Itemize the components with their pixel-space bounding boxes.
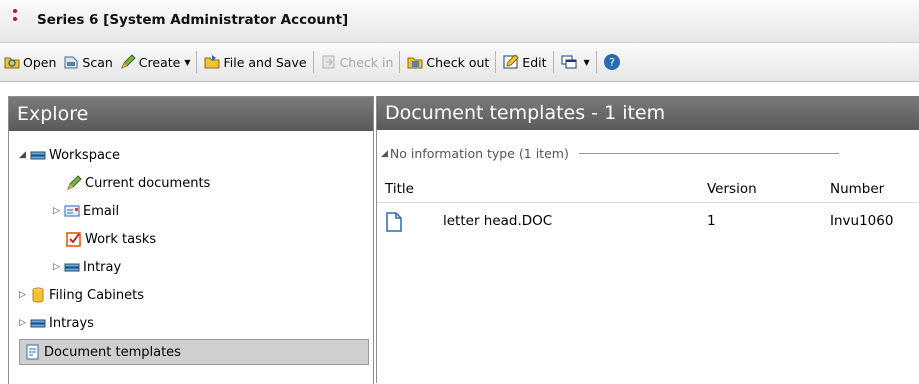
intrays-icon: [30, 319, 46, 328]
collapsed-arrow-icon[interactable]: ▷: [53, 262, 63, 272]
pencil-icon: [67, 175, 82, 190]
tree-item-intray[interactable]: ▷ Intray: [53, 255, 121, 279]
workspace-icon: [30, 151, 46, 160]
tree-item-document-templates[interactable]: Document templates: [19, 339, 369, 365]
toolbar-separator: [312, 51, 314, 73]
check-out-icon: [407, 57, 423, 69]
chevron-down-icon[interactable]: ▼: [184, 58, 190, 67]
explore-panel: Explore ◢ Workspace Current documents ▷ …: [8, 96, 374, 384]
svg-text:?: ?: [609, 56, 615, 69]
tree-item-intrays[interactable]: ▷ Intrays: [19, 311, 94, 335]
group-divider: [578, 153, 839, 154]
title-bar: Series 6 [System Administrator Account]: [0, 0, 919, 43]
column-header-title[interactable]: Title: [385, 181, 414, 197]
check-in-icon: [322, 55, 335, 69]
windows-icon: [561, 55, 577, 69]
create-button[interactable]: Create ▼: [116, 49, 194, 75]
chevron-down-icon[interactable]: ▼: [584, 58, 590, 67]
window-title: Series 6 [System Administrator Account]: [37, 12, 349, 28]
collapsed-arrow-icon[interactable]: ▷: [19, 290, 29, 300]
app-logo-icon: [12, 9, 18, 25]
expanded-arrow-icon[interactable]: ◢: [19, 150, 29, 160]
column-header-number[interactable]: Number: [830, 181, 884, 197]
intray-icon: [64, 263, 80, 272]
tree-item-workspace[interactable]: ◢ Workspace: [19, 143, 120, 167]
scanner-icon: [64, 56, 78, 69]
file-save-icon: [204, 55, 220, 69]
open-folder-icon: [4, 57, 20, 69]
column-headers: Title Version Number: [377, 176, 919, 203]
toolbar-separator: [399, 51, 401, 73]
toolbar-separator: [196, 51, 198, 73]
row-title: letter head.DOC: [443, 213, 553, 229]
expanded-arrow-icon[interactable]: ◢: [381, 149, 388, 159]
check-out-button[interactable]: Check out: [403, 49, 492, 75]
group-label: No information type (1 item): [389, 146, 569, 161]
open-button[interactable]: Open: [0, 49, 59, 75]
help-icon: ?: [603, 54, 620, 70]
edit-button[interactable]: Edit: [499, 49, 549, 75]
toolbar: Open Scan Create ▼ File and Save Check i…: [0, 43, 919, 82]
toolbar-separator: [595, 51, 597, 73]
windows-button[interactable]: ▼: [557, 49, 593, 75]
tree-item-work-tasks[interactable]: Work tasks: [65, 227, 156, 251]
scan-button[interactable]: Scan: [59, 49, 115, 75]
content-panel: Document templates - 1 item ◢ No informa…: [376, 96, 919, 383]
tree-item-current-documents[interactable]: Current documents: [65, 171, 210, 195]
document-template-icon: [26, 344, 39, 360]
explore-header: Explore: [9, 97, 373, 131]
edit-icon: [503, 54, 520, 69]
table-row[interactable]: letter head.DOC 1 Invu1060: [377, 208, 919, 236]
content-header: Document templates - 1 item: [377, 96, 919, 130]
check-in-button[interactable]: Check in: [317, 49, 397, 75]
toolbar-separator: [495, 51, 497, 73]
email-icon: [64, 205, 80, 217]
row-version: 1: [707, 213, 716, 229]
row-number: Invu1060: [830, 213, 894, 229]
column-header-version[interactable]: Version: [707, 181, 757, 197]
tree-item-filing-cabinets[interactable]: ▷ Filing Cabinets: [19, 283, 144, 307]
filing-cabinet-icon: [32, 287, 44, 303]
task-checkbox-icon: [66, 232, 81, 247]
toolbar-separator: [552, 51, 554, 73]
help-button[interactable]: ?: [600, 49, 626, 75]
file-and-save-button[interactable]: File and Save: [200, 49, 309, 75]
collapsed-arrow-icon[interactable]: ▷: [19, 318, 29, 328]
pencil-icon: [120, 54, 136, 69]
group-header[interactable]: ◢ No information type (1 item): [381, 146, 839, 161]
document-icon: [386, 212, 402, 232]
collapsed-arrow-icon[interactable]: ▷: [53, 206, 63, 216]
tree-item-email[interactable]: ▷ Email: [53, 199, 119, 223]
